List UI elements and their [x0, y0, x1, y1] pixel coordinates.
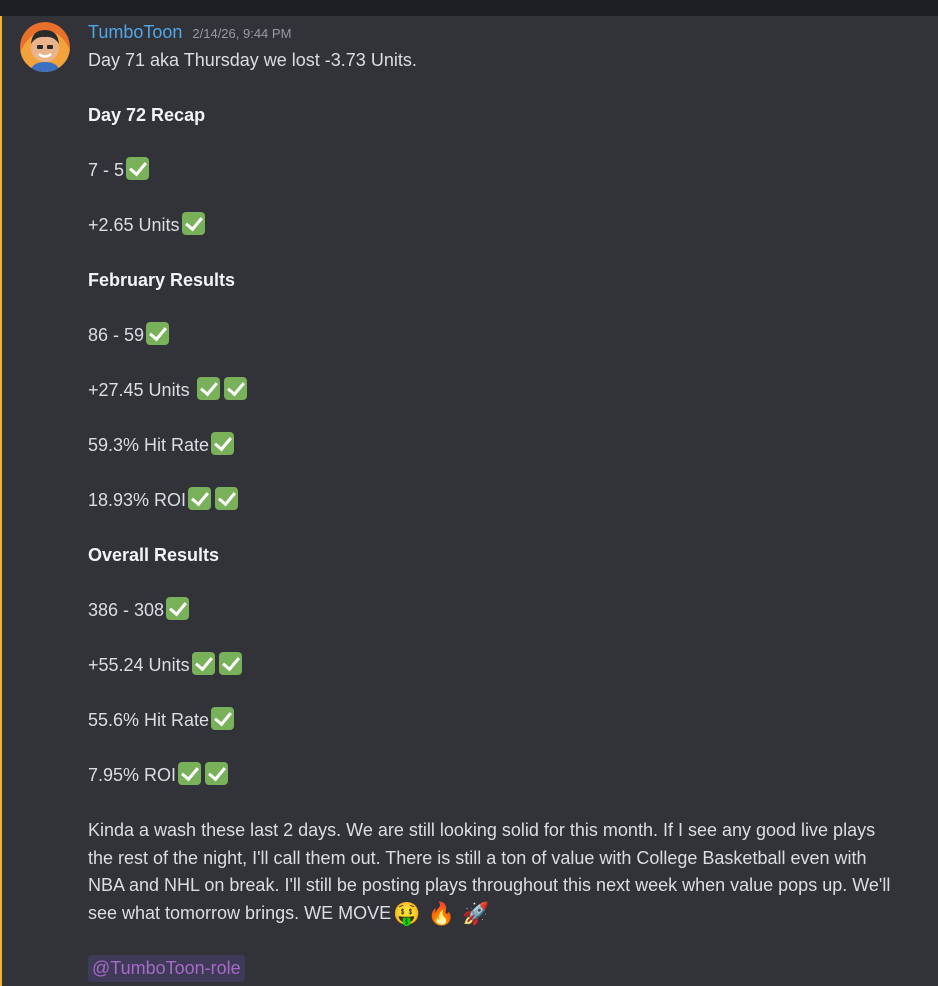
fire-icon[interactable]: 🔥	[428, 900, 455, 928]
intro-text: Day 71 aka Thursday we lost -3.73 Units.	[88, 50, 417, 70]
white-check-mark-icon	[188, 487, 212, 510]
feb-roi: 18.93% ROI	[88, 490, 187, 510]
white-check-mark-icon	[191, 652, 215, 675]
white-check-mark-icon	[211, 707, 235, 730]
white-check-mark-icon	[126, 157, 150, 180]
overall-units: +55.24 Units	[88, 655, 190, 675]
feb-units: +27.45 Units	[88, 380, 190, 400]
closing-paragraph: Kinda a wash these last 2 days. We are s…	[88, 817, 893, 927]
overall-heading: Overall Results	[88, 545, 220, 565]
message-content: Day 71 aka Thursday we lost -3.73 Units.…	[88, 47, 928, 982]
rocket-icon[interactable]: 🚀	[462, 900, 489, 928]
window-top-bar	[0, 0, 938, 16]
feb-record-line: 86 - 59	[88, 322, 928, 350]
mention-highlight-bar	[0, 16, 2, 986]
day-recap-heading: Day 72 Recap	[88, 105, 206, 125]
message-timestamp[interactable]: 2/14/26, 9:44 PM	[192, 26, 291, 41]
overall-record-line: 386 - 308	[88, 597, 928, 625]
february-heading: February Results	[88, 270, 236, 290]
white-check-mark-icon	[211, 432, 235, 455]
day-record-line: 7 - 5	[88, 157, 928, 185]
username[interactable]: TumboToon	[88, 22, 182, 43]
day-units-line: +2.65 Units	[88, 212, 928, 240]
message-header: TumboToon 2/14/26, 9:44 PM	[88, 22, 291, 46]
feb-hit-rate: 59.3% Hit Rate	[88, 435, 210, 455]
overall-units-line: +55.24 Units	[88, 652, 928, 680]
overall-hit-rate-line: 55.6% Hit Rate	[88, 707, 928, 735]
feb-hit-rate-line: 59.3% Hit Rate	[88, 432, 928, 460]
feb-roi-line: 18.93% ROI	[88, 487, 928, 515]
white-check-mark-icon	[215, 487, 239, 510]
overall-roi-line: 7.95% ROI	[88, 762, 928, 790]
role-mention[interactable]: @TumboToon-role	[88, 954, 245, 982]
white-check-mark-icon	[178, 762, 202, 785]
overall-hit-rate: 55.6% Hit Rate	[88, 710, 210, 730]
overall-roi: 7.95% ROI	[88, 765, 177, 785]
overall-record: 386 - 308	[88, 600, 165, 620]
role-mention-line: @TumboToon-role	[88, 954, 928, 982]
feb-record: 86 - 59	[88, 325, 145, 345]
white-check-mark-icon	[223, 377, 247, 400]
feb-units-line: +27.45 Units	[88, 377, 928, 405]
white-check-mark-icon	[181, 212, 205, 235]
white-check-mark-icon	[146, 322, 170, 345]
day-units: +2.65 Units	[88, 215, 180, 235]
money-mouth-face-icon[interactable]: 🤑	[393, 900, 420, 928]
white-check-mark-icon	[218, 652, 242, 675]
white-check-mark-icon	[196, 377, 220, 400]
white-check-mark-icon	[205, 762, 229, 785]
white-check-mark-icon	[166, 597, 190, 620]
day-record: 7 - 5	[88, 160, 125, 180]
user-avatar[interactable]	[20, 22, 70, 72]
